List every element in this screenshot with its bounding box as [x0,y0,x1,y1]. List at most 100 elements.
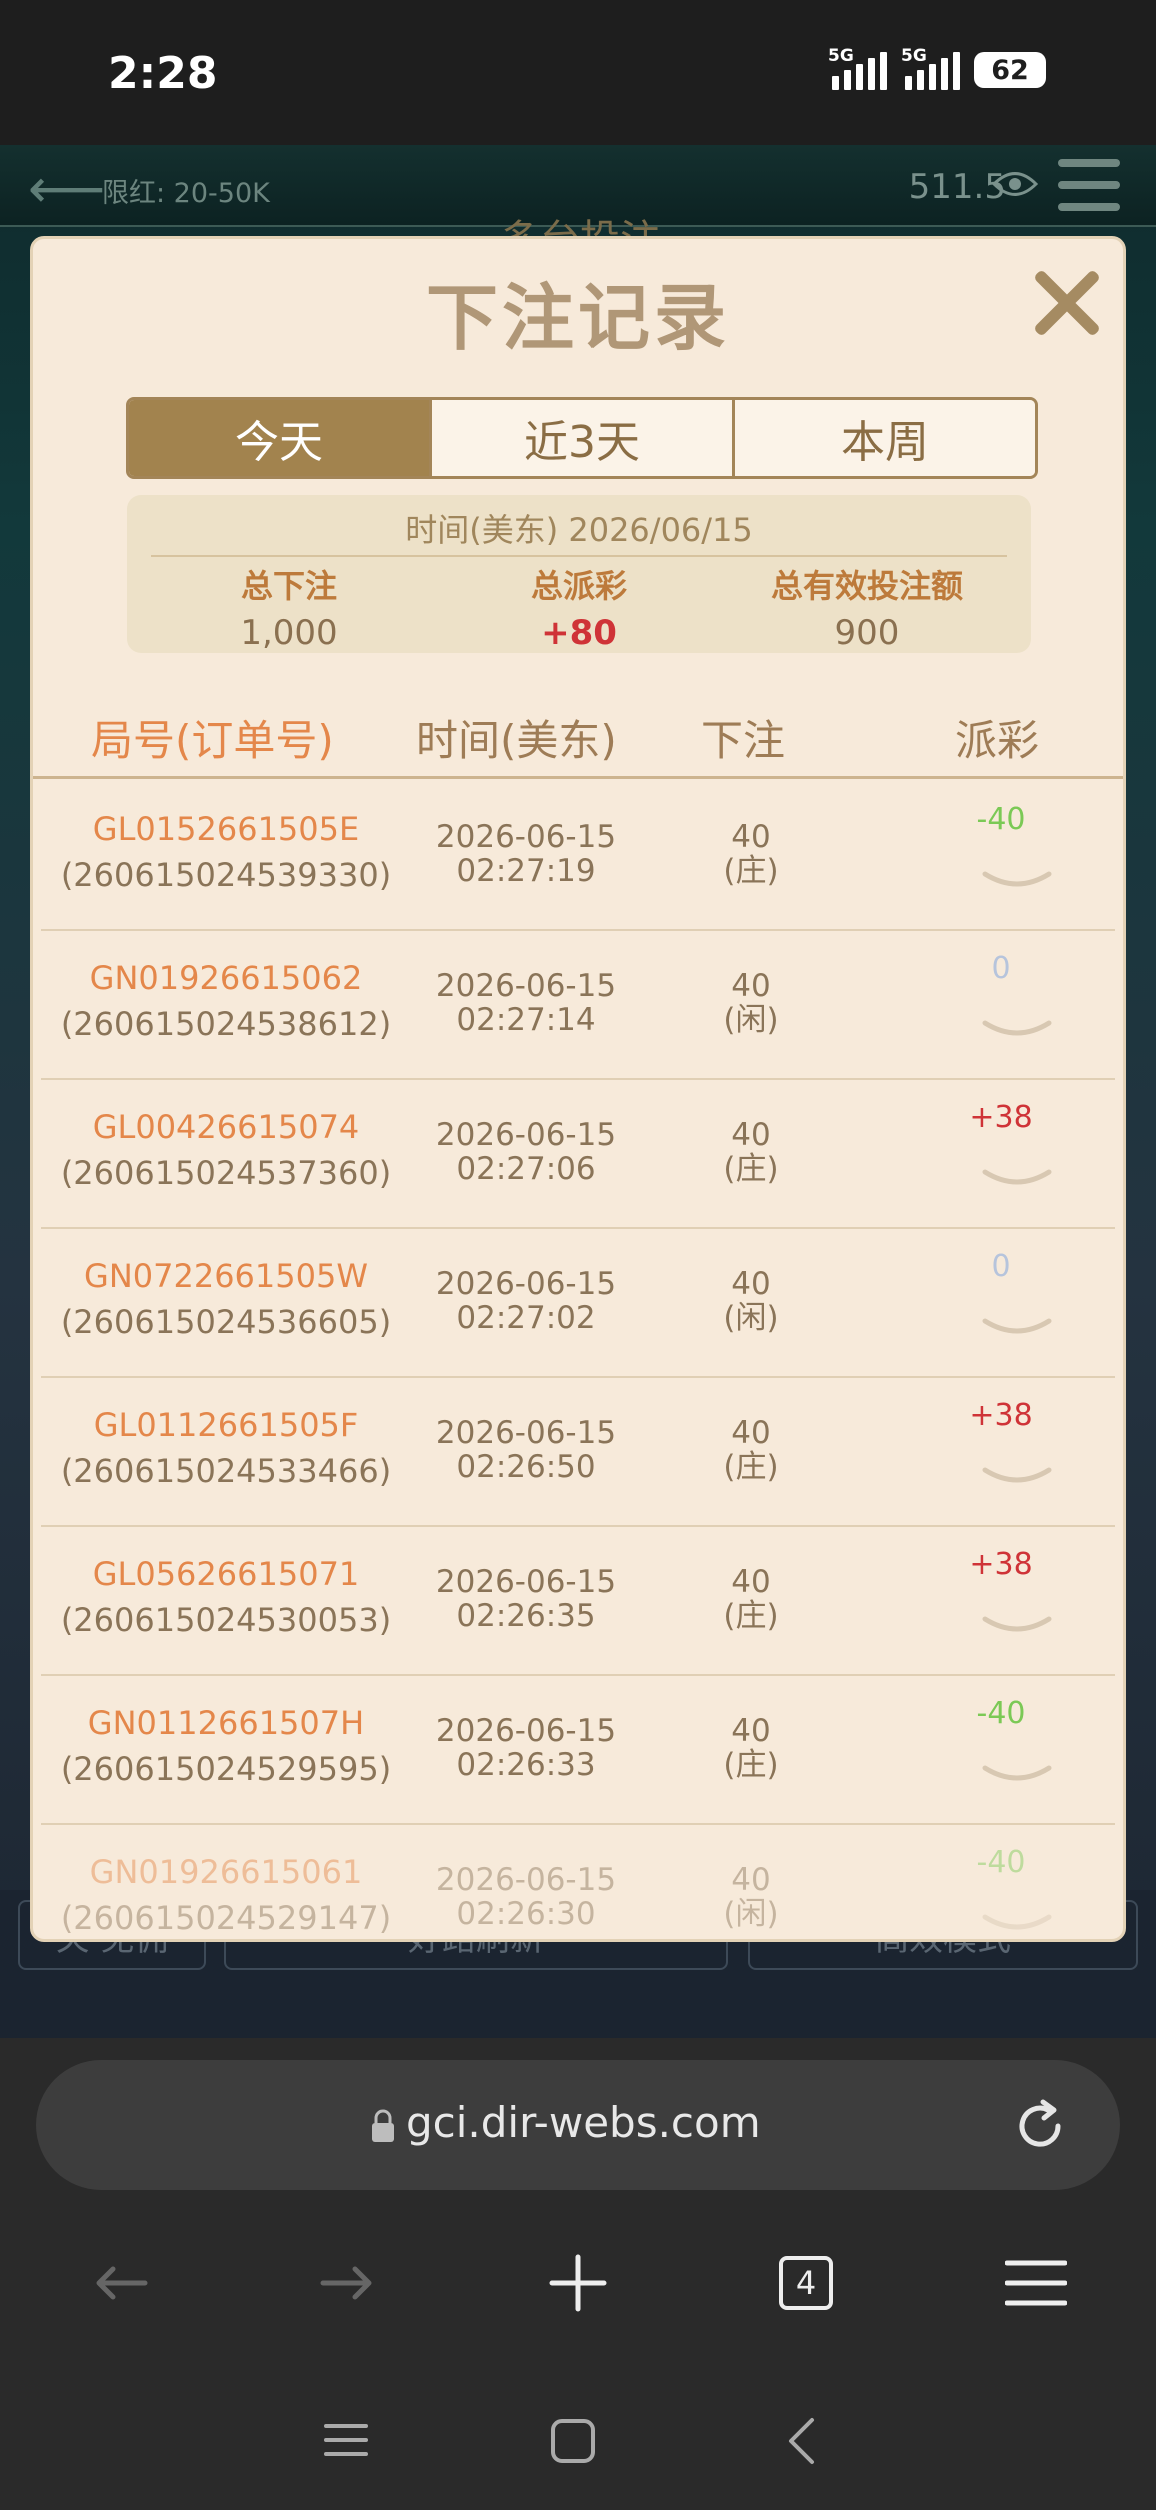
time-cell: 2026-06-15 02:27:19 [401,820,651,888]
bet-date: 2026-06-15 [435,1415,617,1451]
bet-amount: 40 [731,968,771,1004]
time-cell: 2026-06-15 02:26:33 [401,1714,651,1782]
system-back-icon[interactable] [786,2416,816,2466]
summary-panel: 时间(美东) 2026/06/15 总下注 1,000 总派彩 +80 总有效投… [127,495,1031,653]
table-row[interactable]: GN0722661505W (260615024536605) 2026-06-15… [41,1229,1115,1378]
bet-cell: 40 (闲) [701,969,801,1037]
recent-apps-icon[interactable] [324,2420,368,2460]
table-row[interactable]: GL05626615071 (260615024530053) 2026-06-15… [41,1527,1115,1676]
chevron-down-icon[interactable] [981,1464,1053,1490]
chevron-down-icon[interactable] [981,1315,1053,1341]
order-id: (260615024529595) [60,1750,392,1788]
bet-amount: 40 [731,1862,771,1898]
payout-value: +38 [969,1398,1033,1433]
bet-side: (闲) [723,1300,779,1336]
dialog-title: 下注记录 [425,276,730,360]
game-id-cell: GN0722661505W (260615024536605) [41,1257,411,1341]
bet-time: 02:27:19 [456,853,596,889]
chevron-down-icon[interactable] [981,1911,1053,1937]
forward-icon[interactable] [292,2228,402,2338]
back-arrow-icon[interactable]: ⟵ [28,157,105,220]
bet-records-dialog: 下注记录 今天 近3天 本周 时间(美东) 2026/06/15 总下注 1,0… [30,236,1126,1942]
order-id: (260615024536605) [60,1303,392,1341]
table-row[interactable]: GL0152661505E (260615024539330) 2026-06-15… [41,782,1115,931]
header-payout: 派彩 [955,716,1040,765]
game-id-cell: GL0152661505E (260615024539330) [41,810,411,894]
game-id-cell: GN01926615062 (260615024538612) [41,959,411,1043]
game-id[interactable]: GN0112661507H [41,1704,411,1742]
payout-value: -40 [976,1845,1026,1880]
bet-amount: 40 [731,1117,771,1153]
table-row[interactable]: GL0112661505F (260615024533466) 2026-06-15… [41,1378,1115,1527]
status-icons: 5G 5G 62 [828,46,1046,90]
tab-last-3-days[interactable]: 近3天 [429,400,732,476]
payout-value: 0 [991,951,1011,986]
tab-today[interactable]: 今天 [129,400,429,476]
table-row[interactable]: GN0112661507H (260615024529595) 2026-06-15… [41,1676,1115,1825]
header-bet: 下注 [701,716,786,765]
bet-cell: 40 (闲) [701,1267,801,1335]
bet-amount: 40 [731,1415,771,1451]
chevron-down-icon[interactable] [981,1762,1053,1788]
eye-icon[interactable] [991,163,1039,209]
tabs-icon[interactable]: 4 [751,2228,861,2338]
bet-date: 2026-06-15 [435,968,617,1004]
bet-amount: 40 [731,1266,771,1302]
bet-cell: 40 (庄) [701,1416,801,1484]
bet-date: 2026-06-15 [435,1117,617,1153]
order-id: (260615024539330) [60,856,392,894]
records-table: GL0152661505E (260615024539330) 2026-06-15… [41,782,1115,1939]
bet-cell: 40 (庄) [701,1118,801,1186]
game-id[interactable]: GN0722661505W [41,1257,411,1295]
back-icon[interactable] [66,2228,176,2338]
menu-icon[interactable] [1058,159,1120,211]
close-icon[interactable] [1021,259,1109,347]
total-payout-value: +80 [541,613,617,653]
chevron-down-icon[interactable] [981,868,1053,894]
signal-icon: 5G [901,46,960,90]
summary-divider [151,555,1007,557]
address-bar[interactable]: gci.dir-webs.com [36,2060,1120,2190]
game-id[interactable]: GL00426615074 [41,1108,411,1146]
time-cell: 2026-06-15 02:27:02 [401,1267,651,1335]
bet-amount: 40 [731,1713,771,1749]
bet-side: (闲) [723,1896,779,1932]
signal-icon: 5G [828,46,887,90]
chevron-down-icon[interactable] [981,1017,1053,1043]
table-row[interactable]: GL00426615074 (260615024537360) 2026-06-15… [41,1080,1115,1229]
time-cell: 2026-06-15 02:26:35 [401,1565,651,1633]
game-id[interactable]: GN01926615061 [41,1853,411,1891]
bet-time: 02:26:35 [456,1598,596,1634]
browser-toolbar: 4 [0,2228,1156,2338]
game-id[interactable]: GL0152661505E [41,810,411,848]
url-text: gci.dir-webs.com [406,2098,761,2147]
bet-time: 02:27:06 [456,1151,596,1187]
table-row[interactable]: GN01926615061 (260615024529147) 2026-06-15… [41,1825,1115,1939]
valid-bet-value: 900 [834,613,900,653]
table-row[interactable]: GN01926615062 (260615024538612) 2026-06-15… [41,931,1115,1080]
tab-count: 4 [779,2256,833,2310]
home-icon[interactable] [550,2418,596,2464]
game-id[interactable]: GN01926615062 [41,959,411,997]
chevron-down-icon[interactable] [981,1166,1053,1192]
game-id-cell: GL0112661505F (260615024533466) [41,1406,411,1490]
chevron-down-icon[interactable] [981,1613,1053,1639]
new-tab-icon[interactable] [523,2228,633,2338]
bet-side: (庄) [723,1449,779,1485]
game-id[interactable]: GL05626615071 [41,1555,411,1593]
bet-date: 2026-06-15 [435,1862,617,1898]
bet-time: 02:26:33 [456,1747,596,1783]
browser-chrome: gci.dir-webs.com 4 [0,2038,1156,2510]
tab-this-week[interactable]: 本周 [732,400,1035,476]
status-bar: 2:28 5G 5G 62 [0,0,1156,145]
game-id[interactable]: GL0112661505F [41,1406,411,1444]
valid-bet-label: 总有效投注额 [770,567,963,605]
reload-icon[interactable] [1010,2096,1070,2156]
bet-date: 2026-06-15 [435,819,617,855]
bet-date: 2026-06-15 [435,1564,617,1600]
game-id-cell: GL00426615074 (260615024537360) [41,1108,411,1192]
bet-side: (庄) [723,1151,779,1187]
browser-menu-icon[interactable] [981,2228,1091,2338]
bet-time: 02:27:14 [456,1002,596,1038]
bet-side: (庄) [723,1598,779,1634]
